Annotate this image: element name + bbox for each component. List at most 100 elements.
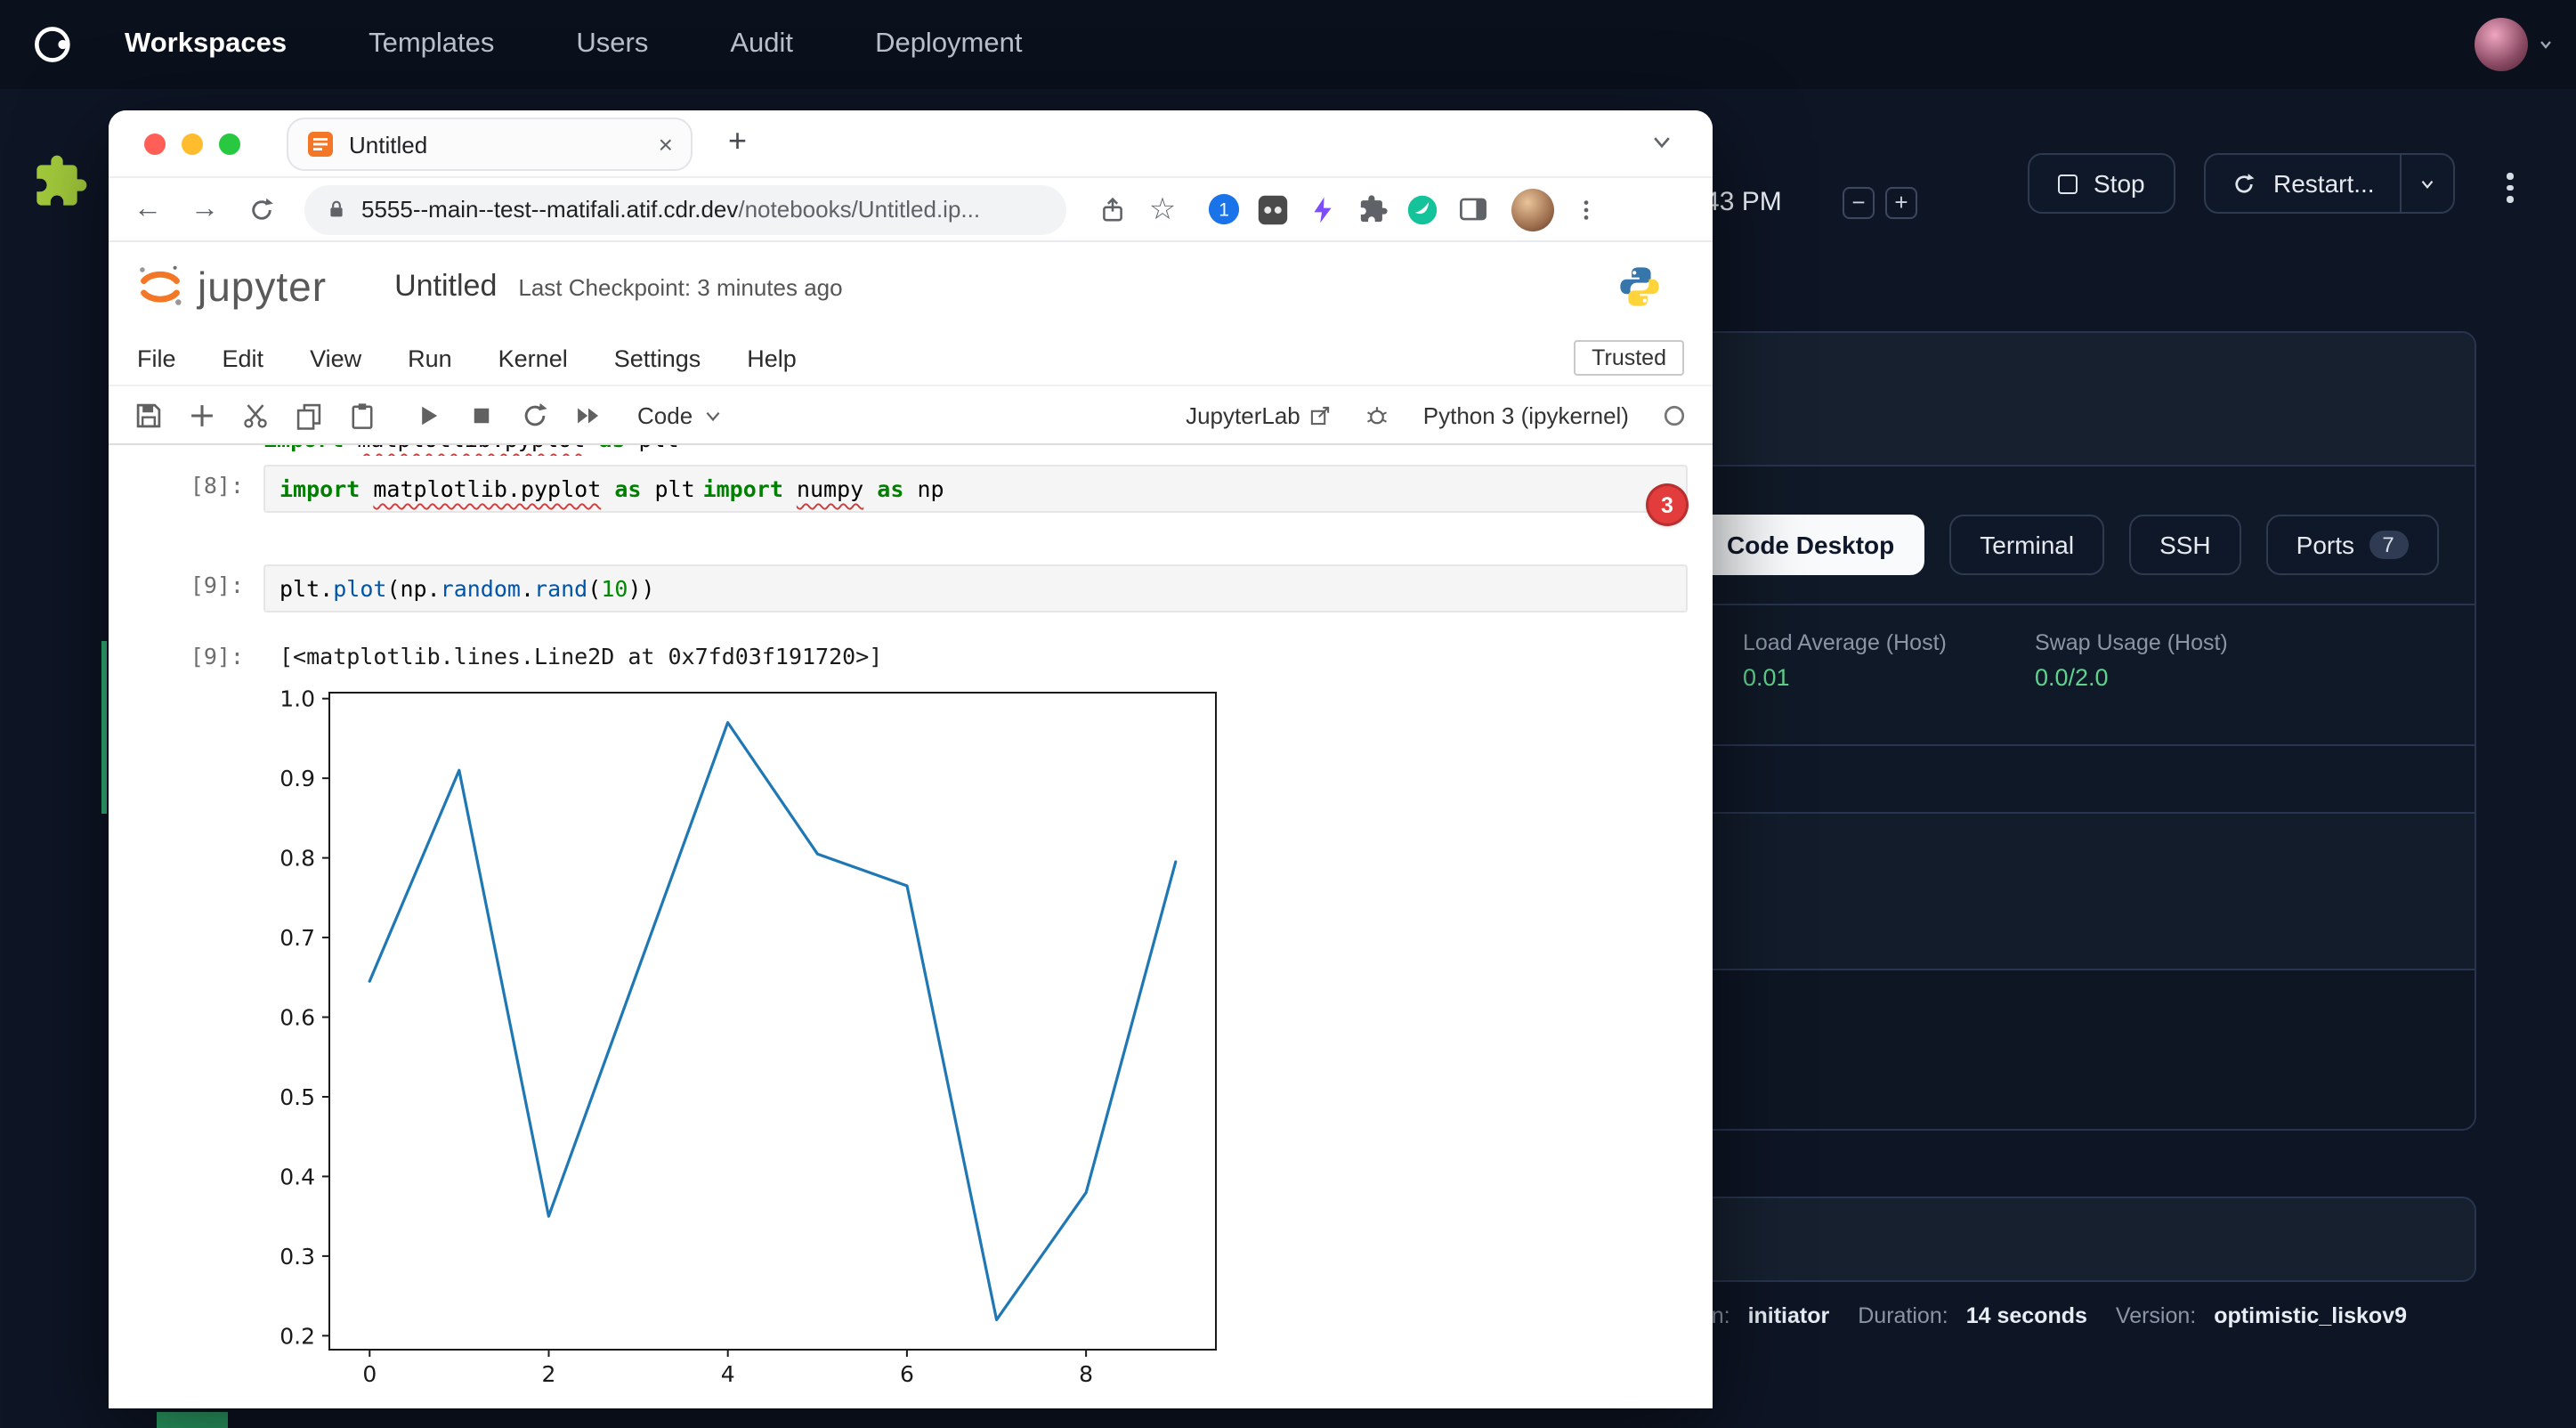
restart-button-label: Restart... bbox=[2273, 169, 2375, 198]
chevron-down-icon bbox=[2418, 174, 2437, 193]
paste-cell-icon[interactable] bbox=[344, 396, 381, 434]
tab-title: Untitled bbox=[349, 131, 644, 158]
interrupt-kernel-icon[interactable] bbox=[463, 396, 500, 434]
jupyter-toolbar: Code JupyterLab Python 3 (ipykernel) bbox=[109, 385, 1713, 445]
cell-type-select[interactable]: Code bbox=[637, 402, 723, 428]
app-button-ssh[interactable]: SSH bbox=[2129, 515, 2241, 575]
restart-button[interactable]: Restart... bbox=[2206, 155, 2400, 212]
svg-text:0.9: 0.9 bbox=[279, 766, 315, 791]
svg-text:8: 8 bbox=[1079, 1361, 1093, 1387]
side-panel-icon[interactable] bbox=[1454, 191, 1490, 227]
nav-item-audit[interactable]: Audit bbox=[730, 28, 793, 61]
svg-text:0: 0 bbox=[362, 1361, 377, 1387]
background-green-chip bbox=[157, 1412, 228, 1428]
screen: 1:43 PM − + Stop Restart... Code Desktop… bbox=[0, 0, 2576, 1428]
new-tab-button[interactable]: + bbox=[728, 123, 747, 160]
run-all-cells-icon[interactable] bbox=[570, 396, 607, 434]
svg-text:0.2: 0.2 bbox=[279, 1323, 315, 1349]
menu-help[interactable]: Help bbox=[747, 345, 797, 371]
share-icon[interactable] bbox=[1095, 191, 1130, 227]
toolbar-right-cluster: JupyterLab Python 3 (ipykernel) bbox=[1186, 402, 1691, 428]
app-button-ports[interactable]: Ports7 bbox=[2266, 515, 2438, 575]
browser-menu-kebab-icon[interactable] bbox=[1568, 191, 1604, 227]
puzzle-icon bbox=[32, 153, 89, 210]
cut-cell-icon[interactable] bbox=[237, 396, 274, 434]
stat-load-average-host: Load Average (Host)0.01 bbox=[1743, 630, 2035, 744]
restart-kernel-icon[interactable] bbox=[516, 396, 554, 434]
meta-value-reason: initiator bbox=[1748, 1303, 1830, 1328]
kernel-status-icon bbox=[1661, 402, 1688, 428]
python-logo-icon bbox=[1616, 264, 1663, 310]
notebook-title[interactable]: Untitled bbox=[394, 269, 497, 304]
stat-value: 0.01 bbox=[1743, 664, 2035, 691]
nav-item-templates[interactable]: Templates bbox=[369, 28, 494, 61]
code-cell: [8]: import matplotlib.pyplot as plt imp… bbox=[169, 465, 1688, 513]
puzzle-extensions-icon[interactable] bbox=[1355, 191, 1390, 227]
app-button-terminal[interactable]: Terminal bbox=[1949, 515, 2104, 575]
save-icon[interactable] bbox=[130, 396, 167, 434]
cell-editor[interactable]: plt.plot(np.random.rand(10)) bbox=[263, 564, 1688, 613]
user-avatar[interactable] bbox=[2475, 18, 2528, 71]
add-cell-icon[interactable] bbox=[183, 396, 221, 434]
cell-editor[interactable]: import matplotlib.pyplot as plt import n… bbox=[263, 465, 1688, 513]
matplotlib-line-chart: 0.20.30.40.50.60.70.80.91.002468 bbox=[263, 673, 1260, 1407]
stop-square-icon bbox=[2058, 174, 2078, 193]
notebook-content: import matplotlib.pyplot as plt [8]: imp… bbox=[109, 445, 1713, 1408]
jupyter-menubar: File Edit View Run Kernel Settings Help Truste… bbox=[109, 331, 1713, 385]
cell-type-value: Code bbox=[637, 402, 693, 428]
window-zoom-button[interactable] bbox=[219, 134, 240, 155]
browser-profile-avatar[interactable] bbox=[1511, 188, 1554, 231]
url-host: 5555--main--test--matifali.atif.cdr.dev bbox=[361, 195, 738, 222]
lightning-extension-icon[interactable] bbox=[1305, 191, 1341, 227]
meta-label-duration: Duration: bbox=[1858, 1303, 1948, 1328]
menu-file[interactable]: File bbox=[137, 345, 176, 371]
top-navigation-bar: Workspaces Templates Users Audit Deployment bbox=[0, 0, 2576, 89]
bookmark-star-icon[interactable]: ☆ bbox=[1145, 191, 1180, 227]
zoom-in-button[interactable]: + bbox=[1885, 187, 1917, 219]
kernel-name[interactable]: Python 3 (ipykernel) bbox=[1423, 402, 1629, 428]
menu-view[interactable]: View bbox=[310, 345, 361, 371]
stop-button-label: Stop bbox=[2094, 169, 2145, 198]
avatar-chevron-down-icon[interactable] bbox=[2537, 36, 2555, 53]
menu-kernel[interactable]: Kernel bbox=[498, 345, 568, 371]
onepassword-extension-icon[interactable]: 1 bbox=[1205, 191, 1241, 227]
url-omnibox[interactable]: 5555--main--test--matifali.atif.cdr.dev/… bbox=[304, 184, 1066, 234]
restart-icon bbox=[2231, 170, 2257, 197]
run-cell-icon[interactable] bbox=[409, 396, 447, 434]
clipped-cell-remnant: import matplotlib.pyplot as plt bbox=[263, 445, 679, 456]
debugger-bug-icon[interactable] bbox=[1365, 402, 1391, 428]
forward-arrow-icon[interactable]: → bbox=[183, 188, 226, 231]
monkey-extension-icon[interactable] bbox=[1255, 191, 1291, 227]
nav-item-deployment[interactable]: Deployment bbox=[875, 28, 1022, 61]
restart-options-button[interactable] bbox=[2400, 155, 2453, 212]
stop-button[interactable]: Stop bbox=[2028, 153, 2175, 214]
tab-search-chevron-icon[interactable] bbox=[1650, 130, 1673, 153]
menu-edit[interactable]: Edit bbox=[223, 345, 264, 371]
leaf-extension-icon[interactable] bbox=[1405, 191, 1440, 227]
copy-cell-icon[interactable] bbox=[290, 396, 328, 434]
app-button-code-desktop[interactable]: Code Desktop bbox=[1697, 515, 1924, 575]
coder-logo[interactable] bbox=[28, 20, 78, 69]
reload-icon[interactable] bbox=[240, 188, 283, 231]
tab-close-icon[interactable]: × bbox=[659, 130, 673, 158]
menu-run[interactable]: Run bbox=[408, 345, 452, 371]
nav-item-workspaces[interactable]: Workspaces bbox=[125, 28, 287, 61]
workspace-menu-kebab-icon[interactable] bbox=[2507, 173, 2513, 202]
window-close-button[interactable] bbox=[144, 134, 166, 155]
chevron-down-icon bbox=[703, 405, 723, 425]
back-arrow-icon[interactable]: ← bbox=[126, 188, 169, 231]
svg-text:0.8: 0.8 bbox=[279, 846, 315, 872]
topnav-items: Workspaces Templates Users Audit Deployment bbox=[125, 28, 1023, 61]
jupyterlab-link[interactable]: JupyterLab bbox=[1186, 402, 1333, 428]
trusted-button[interactable]: Trusted bbox=[1574, 340, 1684, 376]
svg-text:0.6: 0.6 bbox=[279, 1005, 315, 1031]
stat-label: Swap Usage (Host) bbox=[2035, 630, 2327, 655]
browser-tab-strip: Untitled × + bbox=[109, 110, 1713, 178]
zoom-out-button[interactable]: − bbox=[1843, 187, 1875, 219]
nav-item-users[interactable]: Users bbox=[576, 28, 648, 61]
tab-favicon bbox=[306, 130, 335, 158]
svg-text:2: 2 bbox=[542, 1361, 556, 1387]
browser-tab[interactable]: Untitled × bbox=[287, 118, 693, 171]
menu-settings[interactable]: Settings bbox=[614, 345, 701, 371]
window-minimize-button[interactable] bbox=[182, 134, 203, 155]
